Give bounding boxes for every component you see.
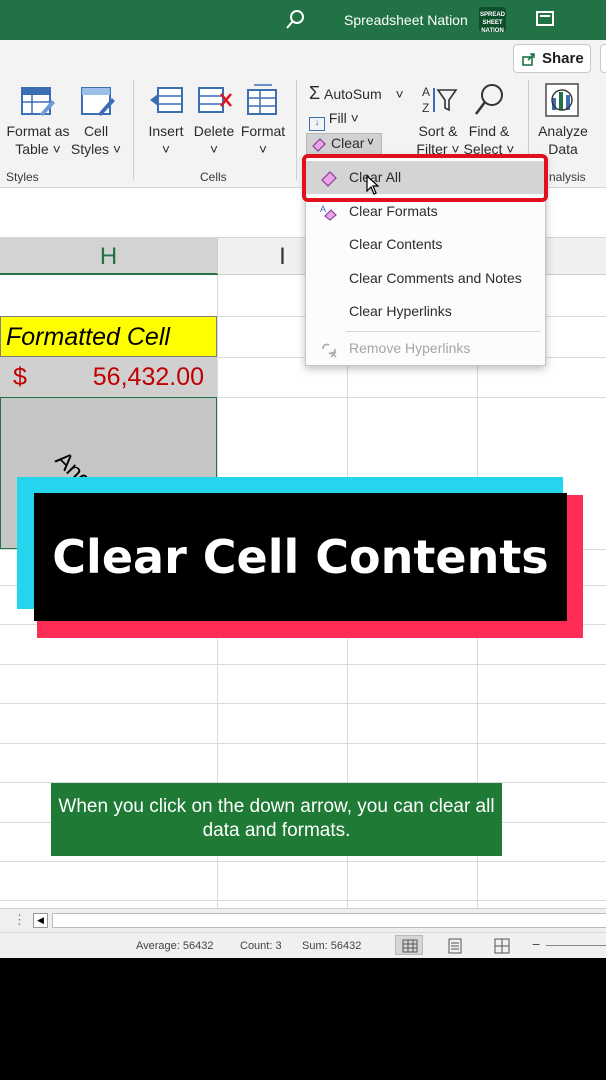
delete-cells-icon xyxy=(198,87,232,113)
menu-item-clear-hyperlinks[interactable]: Clear Hyperlinks xyxy=(306,295,545,328)
search-icon[interactable] xyxy=(284,9,306,31)
currency-cell[interactable]: $ 56,432.00 xyxy=(0,357,217,397)
grid-line xyxy=(0,703,606,704)
svg-text:A: A xyxy=(320,204,326,214)
scrollbar-track[interactable] xyxy=(52,913,606,928)
caption-box: When you click on the down arrow, you ca… xyxy=(51,783,502,856)
analyze-data-icon xyxy=(545,83,579,117)
zoom-slider[interactable] xyxy=(546,945,606,946)
analysis-group-label: nalysis xyxy=(549,170,586,184)
format-as-table-button[interactable]: Format as Table ˅ xyxy=(4,122,72,158)
insert-button[interactable]: Insert ˅ xyxy=(146,122,186,158)
insert-cells-icon xyxy=(150,87,183,113)
menu-item-clear-contents[interactable]: Clear Contents xyxy=(306,228,545,261)
column-header-h[interactable]: H xyxy=(0,238,218,275)
normal-view-icon[interactable] xyxy=(395,935,423,955)
share-icon xyxy=(522,53,535,66)
workbook-title: Spreadsheet Nation xyxy=(344,12,468,28)
styles-group-label: Styles xyxy=(6,170,39,184)
format-cells-icon xyxy=(247,84,277,115)
svg-text:Z: Z xyxy=(422,101,429,115)
cells-group-label: Cells xyxy=(200,170,227,184)
status-bar: Average: 56432 Count: 3 Sum: 56432 − xyxy=(0,932,606,958)
autosum-button[interactable]: Σ AutoSum ˅ xyxy=(309,83,404,104)
zoom-out-icon[interactable]: − xyxy=(532,936,540,952)
format-as-table-icon xyxy=(21,87,55,116)
scroll-left-button[interactable]: ◀ xyxy=(33,913,48,928)
grid-line xyxy=(0,664,606,665)
grid-line xyxy=(0,743,606,744)
currency-amount: 56,432.00 xyxy=(92,363,204,391)
status-sum: Sum: 56432 xyxy=(302,940,362,952)
remove-hyperlink-icon xyxy=(322,343,337,358)
ribbon-separator xyxy=(296,80,297,180)
chevron-down-icon: ˅ xyxy=(367,135,375,149)
grid-line xyxy=(0,861,606,862)
page-break-view-icon[interactable] xyxy=(494,938,510,954)
find-select-button[interactable]: Find & Select ˅ xyxy=(463,122,515,158)
magnifier-icon xyxy=(475,84,503,115)
title-bar: Spreadsheet Nation SPREAD SHEET NATION xyxy=(0,0,606,40)
restore-icon[interactable] xyxy=(536,11,554,26)
menu-item-clear-comments-notes[interactable]: Clear Comments and Notes xyxy=(306,262,545,295)
sort-filter-icon: A Z xyxy=(422,85,458,115)
eraser-icon xyxy=(312,138,326,152)
fill-button[interactable]: ↓ Fill ˅ xyxy=(309,110,359,131)
highlight-box xyxy=(302,154,548,202)
cell-styles-button[interactable]: Cell Styles ˅ xyxy=(66,122,126,158)
fill-down-icon: ↓ xyxy=(309,117,325,131)
banner-title: Clear Cell Contents xyxy=(52,530,549,584)
horizontal-scrollbar[interactable]: ⋮ ◀ xyxy=(0,908,606,932)
sigma-icon: Σ xyxy=(309,83,321,103)
delete-button[interactable]: Delete ˅ xyxy=(193,122,235,158)
clear-button[interactable]: Clear ˅ xyxy=(306,133,382,155)
page-layout-view-icon[interactable] xyxy=(447,938,463,954)
mouse-cursor-icon xyxy=(366,175,380,195)
grid-line xyxy=(0,900,606,901)
clear-formats-icon: A xyxy=(320,204,337,221)
formatted-cell[interactable]: Formatted Cell xyxy=(0,316,217,357)
format-button[interactable]: Format ˅ xyxy=(239,122,287,158)
share-button[interactable]: Share xyxy=(513,44,591,73)
status-count: Count: 3 xyxy=(240,940,282,952)
chevron-down-icon: ˅ xyxy=(350,110,359,126)
svg-text:A: A xyxy=(422,85,430,99)
ribbon-separator xyxy=(133,80,134,180)
channel-logo: SPREAD SHEET NATION xyxy=(479,7,506,34)
cell-styles-icon xyxy=(81,87,115,116)
sheet-tab-splitter-icon[interactable]: ⋮ xyxy=(13,912,26,928)
currency-symbol: $ xyxy=(13,363,27,391)
status-average: Average: 56432 xyxy=(136,940,214,952)
chevron-down-icon: ˅ xyxy=(395,86,404,102)
sort-filter-button[interactable]: Sort & Filter ˅ xyxy=(412,122,464,158)
menu-item-remove-hyperlinks: Remove Hyperlinks xyxy=(306,332,545,365)
analyze-data-button[interactable]: Analyze Data xyxy=(534,122,592,158)
video-letterbox xyxy=(0,958,606,1080)
ribbon-overflow-button[interactable] xyxy=(600,44,606,73)
